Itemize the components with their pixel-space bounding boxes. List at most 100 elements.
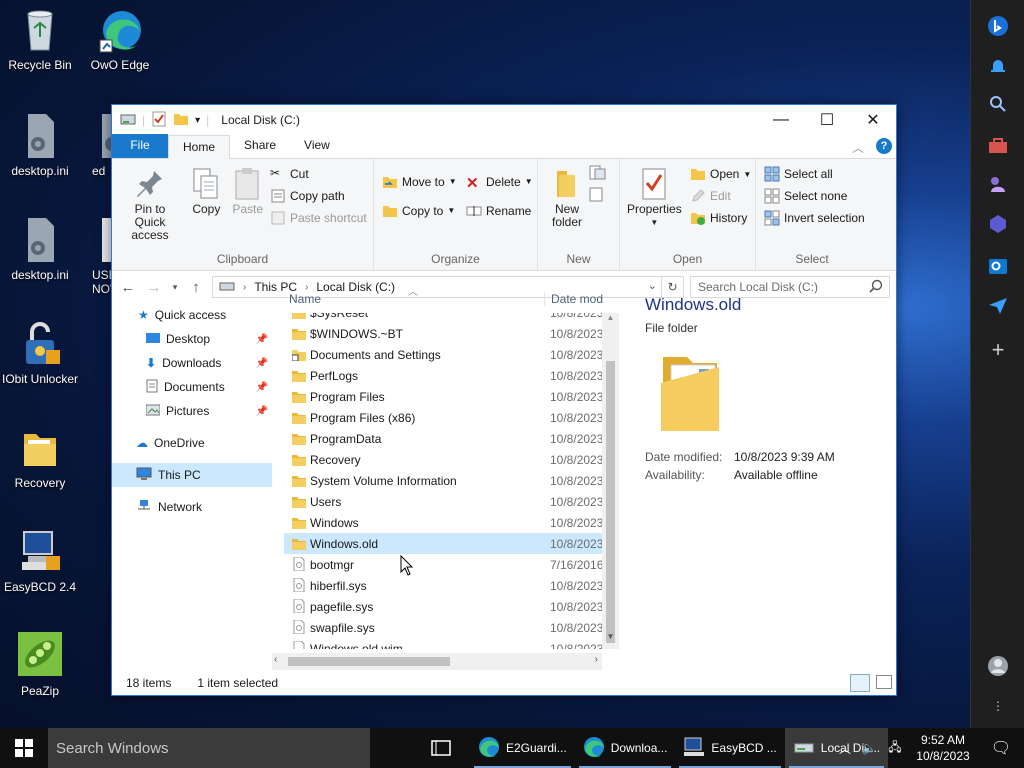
- search-icon[interactable]: [986, 92, 1010, 116]
- paste-shortcut-button[interactable]: Paste shortcut: [270, 207, 367, 229]
- history-button[interactable]: History: [690, 207, 751, 229]
- h-scroll-thumb[interactable]: [288, 657, 450, 666]
- column-name[interactable]: Name: [289, 292, 321, 306]
- properties-button[interactable]: Properties ▼: [624, 165, 685, 231]
- copy-path-button[interactable]: Copy path: [270, 185, 367, 207]
- file-explorer-window[interactable]: | ▾ | Local Disk (C:) — ☐ ✕ File Home Sh…: [111, 104, 897, 696]
- nav-network[interactable]: Network: [112, 495, 272, 519]
- file-row[interactable]: PerfLogs 10/8/2023: [272, 365, 602, 386]
- tab-file[interactable]: File: [112, 134, 168, 158]
- paste-button[interactable]: Paste: [229, 165, 267, 218]
- new-folder-icon[interactable]: [173, 111, 189, 130]
- scroll-down-arrow-icon[interactable]: ▼: [602, 632, 619, 649]
- show-hidden-icons-icon[interactable]: ︿: [834, 740, 856, 757]
- file-row[interactable]: $WINDOWS.~BT 10/8/2023: [272, 323, 602, 344]
- file-row[interactable]: bootmgr 7/16/2016: [272, 554, 602, 575]
- clock[interactable]: 9:52 AM 10/8/2023: [908, 732, 978, 764]
- nav-pictures[interactable]: Pictures 📌: [112, 399, 272, 423]
- title-bar[interactable]: | ▾ | Local Disk (C:) — ☐ ✕: [112, 105, 896, 135]
- file-row[interactable]: pagefile.sys 10/8/2023: [272, 596, 602, 617]
- scroll-left-arrow-icon[interactable]: ‹: [274, 654, 277, 665]
- scroll-thumb[interactable]: [606, 361, 615, 643]
- tab-view[interactable]: View: [290, 134, 344, 158]
- move-to-button[interactable]: Move to ▼: [382, 167, 457, 196]
- scroll-right-arrow-icon[interactable]: ›: [595, 654, 598, 665]
- file-row[interactable]: Windows 10/8/2023: [272, 512, 602, 533]
- desktop-icon-recovery[interactable]: Recovery: [0, 424, 80, 490]
- nav-quick-access[interactable]: ★ Quick access: [112, 303, 272, 327]
- outlook-icon[interactable]: [986, 254, 1010, 278]
- vertical-scrollbar[interactable]: ▲ ▼: [602, 313, 619, 649]
- minimize-button[interactable]: —: [758, 105, 804, 135]
- taskbar-app-e2guardian[interactable]: E2Guardi...: [470, 728, 575, 768]
- edit-button[interactable]: Edit: [690, 185, 751, 207]
- file-row[interactable]: $SysReset 10/8/2023: [272, 313, 602, 323]
- file-row[interactable]: System Volume Information 10/8/2023: [272, 470, 602, 491]
- desktop-icon-desktop-ini-2[interactable]: desktop.ini: [0, 216, 80, 282]
- task-view-icon[interactable]: [418, 740, 464, 756]
- file-row[interactable]: Windows.old 10/8/2023: [284, 533, 602, 554]
- help-icon[interactable]: ?: [876, 138, 892, 154]
- chevron-up-icon[interactable]: ︿: [852, 139, 864, 156]
- details-view-icon[interactable]: [850, 674, 870, 692]
- tab-share[interactable]: Share: [230, 134, 290, 158]
- scroll-up-arrow-icon[interactable]: ▲: [602, 313, 619, 330]
- avatar[interactable]: [986, 654, 1010, 678]
- notification-icon[interactable]: 🗨: [978, 738, 1024, 758]
- copilot-icon[interactable]: [986, 212, 1010, 236]
- start-button[interactable]: [0, 728, 48, 768]
- pin-quick-access-button[interactable]: Pin to Quick access: [116, 165, 184, 244]
- nav-onedrive[interactable]: ☁ OneDrive: [112, 431, 272, 455]
- file-row[interactable]: Program Files 10/8/2023: [272, 386, 602, 407]
- desktop-icon-recycle-bin[interactable]: Recycle Bin: [0, 6, 80, 72]
- nav-downloads[interactable]: ⬇ Downloads 📌: [112, 351, 272, 375]
- easy-access-icon[interactable]: [588, 187, 608, 206]
- column-date[interactable]: Date mod: [544, 292, 604, 306]
- cut-button[interactable]: ✂ Cut: [270, 163, 367, 185]
- new-item-icon[interactable]: [588, 165, 608, 184]
- open-button[interactable]: Open ▼: [690, 163, 751, 185]
- tab-home[interactable]: Home: [168, 135, 231, 159]
- maximize-button[interactable]: ☐: [804, 105, 850, 135]
- file-row[interactable]: swapfile.sys 10/8/2023: [272, 617, 602, 638]
- file-row[interactable]: Windows.old.wim 10/8/2023: [272, 638, 602, 649]
- desktop-icon-iobit-unlocker[interactable]: IObit Unlocker: [0, 320, 80, 386]
- file-row[interactable]: ProgramData 10/8/2023: [272, 428, 602, 449]
- copy-button[interactable]: Copy: [187, 165, 225, 218]
- taskbar-app-easybcd[interactable]: EasyBCD ...: [675, 728, 784, 768]
- invert-selection-button[interactable]: Invert selection: [764, 207, 865, 229]
- desktop-icon-usb-now[interactable]: USB NOW: [78, 216, 112, 296]
- desktop-icon-easybcd[interactable]: EasyBCD 2.4: [0, 528, 80, 594]
- copy-to-button[interactable]: Copy to ▼: [382, 196, 457, 225]
- desktop-icon-ed[interactable]: ed: [66, 112, 112, 178]
- file-row[interactable]: Users 10/8/2023: [272, 491, 602, 512]
- nav-documents[interactable]: Documents 📌: [112, 375, 272, 399]
- desktop-icon-peazip[interactable]: PeaZip: [0, 632, 80, 698]
- taskbar-search-input[interactable]: Search Windows: [48, 728, 370, 768]
- file-row[interactable]: Recovery 10/8/2023: [272, 449, 602, 470]
- horizontal-scrollbar[interactable]: ‹ ›: [272, 653, 602, 670]
- select-none-button[interactable]: Select none: [764, 185, 865, 207]
- more-icon[interactable]: ⋮: [986, 694, 1010, 718]
- close-button[interactable]: ✕: [850, 105, 896, 135]
- chevron-down-icon[interactable]: ▾: [195, 115, 200, 126]
- file-row[interactable]: Program Files (x86) 10/8/2023: [272, 407, 602, 428]
- file-row[interactable]: Documents and Settings 10/8/2023: [272, 344, 602, 365]
- bing-icon[interactable]: [986, 14, 1010, 38]
- network-status-icon[interactable]: 🖧: [882, 738, 908, 759]
- select-all-button[interactable]: Select all: [764, 163, 865, 185]
- bell-icon[interactable]: [986, 54, 1010, 78]
- rename-button[interactable]: Rename: [466, 196, 533, 225]
- toolbox-icon[interactable]: [986, 134, 1010, 158]
- properties-icon[interactable]: [151, 111, 167, 130]
- add-icon[interactable]: +: [986, 337, 1010, 362]
- volume-muted-icon[interactable]: 🔈: [856, 741, 882, 755]
- nav-desktop[interactable]: Desktop 📌: [112, 327, 272, 351]
- file-row[interactable]: hiberfil.sys 10/8/2023: [272, 575, 602, 596]
- desktop-icon-edge[interactable]: OwO Edge: [80, 6, 160, 72]
- games-icon[interactable]: [986, 172, 1010, 196]
- send-icon[interactable]: [986, 294, 1010, 318]
- large-icons-view-icon[interactable]: [876, 675, 892, 689]
- new-folder-button[interactable]: New folder: [544, 165, 590, 231]
- delete-button[interactable]: ✕ Delete ▼: [466, 167, 533, 196]
